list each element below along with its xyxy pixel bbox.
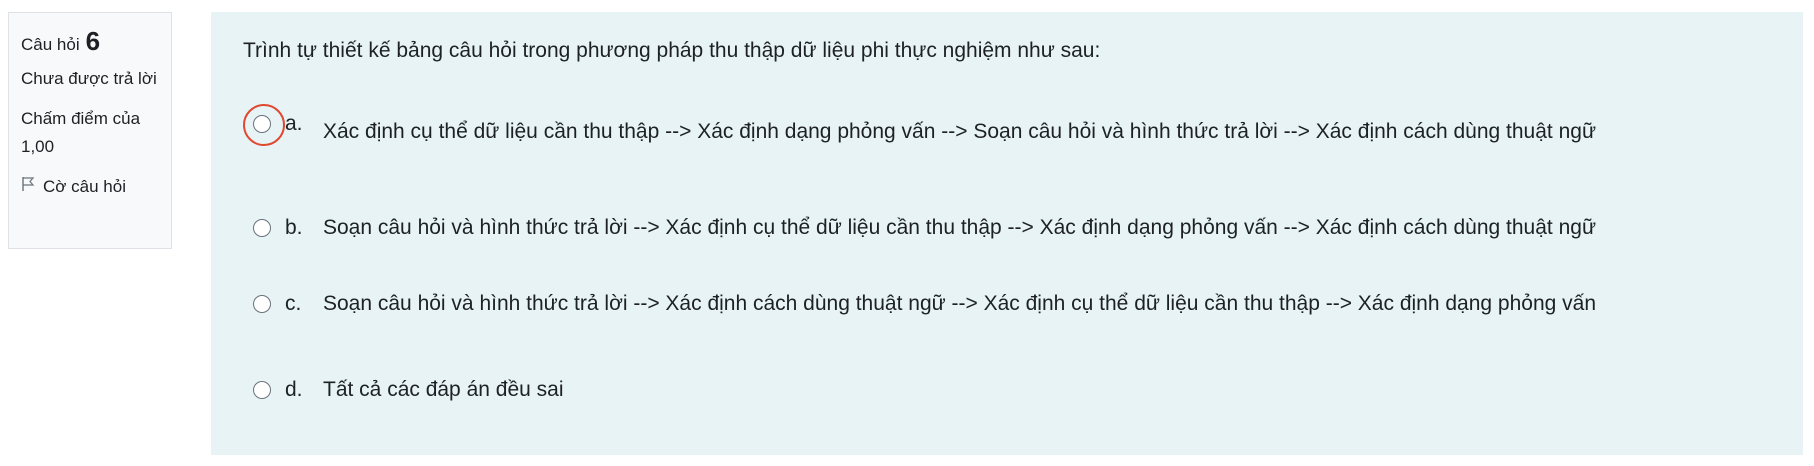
flag-question-link[interactable]: Cờ câu hỏi xyxy=(21,173,159,201)
question-state: Chưa được trả lời xyxy=(21,69,157,88)
answer-radio-a[interactable] xyxy=(253,115,271,133)
answer-text: Soạn câu hỏi và hình thức trả lời --> Xá… xyxy=(323,216,1597,239)
answer-text: Soạn câu hỏi và hình thức trả lời --> Xá… xyxy=(323,292,1597,315)
question-grade: Chấm điểm của 1,00 xyxy=(21,109,141,156)
answer-letter: a. xyxy=(285,112,303,135)
answer-radio-b[interactable] xyxy=(253,219,271,237)
question-label: Câu hỏi xyxy=(21,35,80,54)
answer-radio-c[interactable] xyxy=(253,295,271,313)
answer-text: Tất cả các đáp án đều sai xyxy=(323,378,564,401)
flag-icon xyxy=(21,173,35,201)
answer-option-c[interactable]: c. Soạn câu hỏi và hình thức trả lời -->… xyxy=(253,286,1763,322)
answer-letter: b. xyxy=(285,216,303,239)
question-number-line: Câu hỏi 6 xyxy=(21,27,159,59)
question-page: Câu hỏi 6 Chưa được trả lời Chấm điểm củ… xyxy=(0,0,1814,466)
answer-letter: c. xyxy=(285,292,302,315)
question-number: 6 xyxy=(85,26,101,56)
flag-label: Cờ câu hỏi xyxy=(43,177,126,196)
answer-option-a[interactable]: a. Xác định cụ thể dữ liệu cần thu thập … xyxy=(253,112,1763,150)
answer-option-b[interactable]: b. Soạn câu hỏi và hình thức trả lời -->… xyxy=(253,210,1763,246)
answer-text: Xác định cụ thể dữ liệu cần thu thập -->… xyxy=(323,120,1597,143)
answer-option-d[interactable]: d. Tất cả các đáp án đều sai xyxy=(253,372,1763,408)
question-info-panel: Câu hỏi 6 Chưa được trả lời Chấm điểm củ… xyxy=(8,12,172,249)
answer-letter: d. xyxy=(285,378,303,401)
question-content: Trình tự thiết kế bảng câu hỏi trong phư… xyxy=(211,12,1803,455)
question-text: Trình tự thiết kế bảng câu hỏi trong phư… xyxy=(243,39,1101,62)
answer-radio-d[interactable] xyxy=(253,381,271,399)
